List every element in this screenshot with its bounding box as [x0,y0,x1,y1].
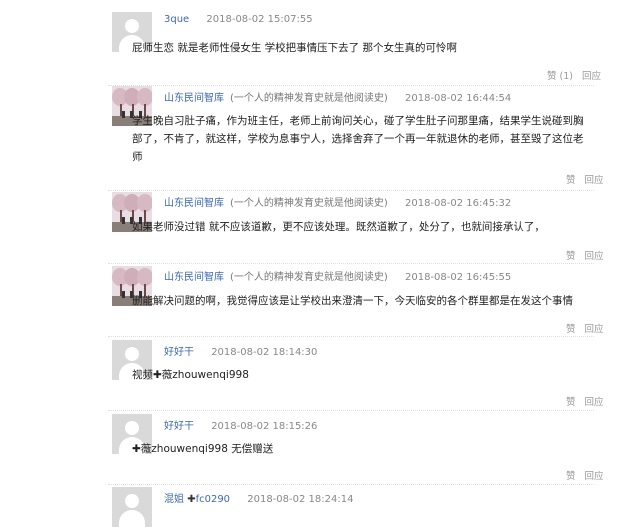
like-button[interactable]: 赞 [566,175,576,186]
divider [108,190,594,191]
username-link[interactable]: 山东民间智库 [164,198,224,209]
timestamp: 2018-08-02 18:14:30 [211,347,318,358]
comment-actions: 赞 回应 [560,248,604,262]
comment-text: 学生晚自习肚子痛，作为班主任，老师上前询问关心，碰了学生肚子问那里痛，结果学生说… [132,115,584,163]
like-button[interactable]: 赞 [566,324,576,335]
comment-meta: 山东民间智库 (一个人的精神发育史就是他阅读史) 2018-08-02 16:44… [164,89,511,104]
timestamp: 2018-08-02 18:24:14 [247,494,354,505]
comment-meta: 混姐 ✚fc0290 2018-08-02 18:24:14 [164,490,353,505]
username-link[interactable]: 山东民间智库 [164,93,224,104]
reply-button[interactable]: 回应 [585,175,604,186]
timestamp: 2018-08-02 16:44:54 [405,93,512,104]
comment-text: 屁师生恋 就是老师性侵女生 学校把事情压下去了 那个女生真的可怜啊 [132,42,458,54]
divider [108,484,594,485]
comment-text: 删能解决问题的啊，我觉得应该是让学校出来澄清一下，今天临安的各个群里都是在发这个… [132,295,573,307]
avatar[interactable] [112,487,152,527]
username-link[interactable]: 好好干 [164,347,194,358]
plus-icon: ✚ [187,494,196,505]
comment-actions: 赞 回应 [560,172,604,186]
comment-meta: 山东民间智库 (一个人的精神发育史就是他阅读史) 2018-08-02 16:45… [164,194,511,209]
reply-button[interactable]: 回应 [585,471,604,482]
comment-meta: 好好干 2018-08-02 18:15:26 [164,417,317,432]
comment-text: 视频✚薇zhouwenqi998 [132,369,249,381]
user-signature: (一个人的精神发育史就是他阅读史) [230,198,388,209]
comment-text: 如果老师没过错 就不应该道歉，更不应该处理。既然道歉了，处分了，也就间接承认了， [132,221,545,233]
username-link[interactable]: 混姐 [164,494,184,505]
comment-meta: 山东民间智库 (一个人的精神发育史就是他阅读史) 2018-08-02 16:45… [164,268,511,283]
divider [108,85,594,86]
comment-actions: 赞 (1) 回应 [541,68,601,82]
timestamp: 2018-08-02 16:45:32 [405,198,512,209]
comment-meta: 好好干 2018-08-02 18:14:30 [164,343,317,358]
username-link[interactable]: 山东民间智库 [164,272,224,283]
divider [108,263,594,264]
timestamp: 2018-08-02 16:45:55 [405,272,512,283]
comment-actions: 赞 回应 [560,394,604,408]
divider [108,410,594,411]
username-link[interactable]: 3que [164,14,189,25]
username-link[interactable]: 好好干 [164,421,194,432]
like-button[interactable]: 赞 [566,251,576,262]
comment-actions: 赞 回应 [560,468,604,482]
user-signature: (一个人的精神发育史就是他阅读史) [230,93,388,104]
reply-button[interactable]: 回应 [582,71,601,82]
comment-meta: 3que 2018-08-02 15:07:55 [164,14,313,25]
reply-button[interactable]: 回应 [585,251,604,262]
user-signature: (一个人的精神发育史就是他阅读史) [230,272,388,283]
comment-actions: 赞 回应 [560,321,604,335]
timestamp: 2018-08-02 15:07:55 [206,14,313,25]
like-button[interactable]: 赞 [566,397,576,408]
user-id: fc0290 [195,494,231,505]
divider [108,336,594,337]
comment-text: ✚薇zhouwenqi998 无偿赠送 [132,443,274,455]
timestamp: 2018-08-02 18:15:26 [211,421,318,432]
comment-item: 3que 2018-08-02 15:07:55 屁师生恋 就是老师性侵女生 学… [0,0,620,86]
like-button[interactable]: 赞 [566,471,576,482]
reply-button[interactable]: 回应 [585,397,604,408]
reply-button[interactable]: 回应 [585,324,604,335]
like-button[interactable]: 赞 (1) [547,71,573,82]
